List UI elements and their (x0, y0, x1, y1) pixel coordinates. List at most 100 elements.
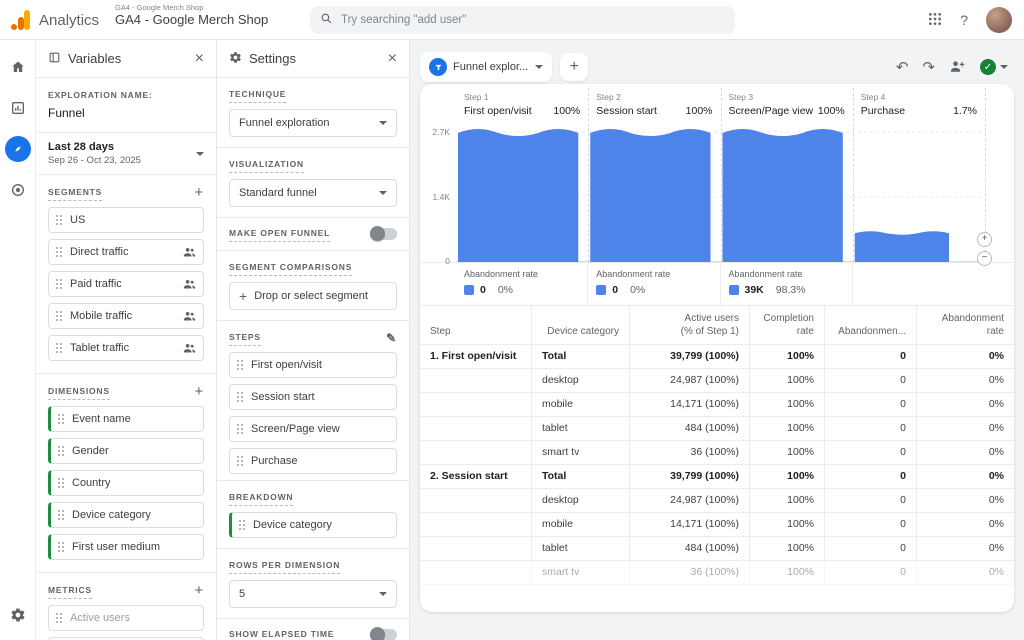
show-elapsed-time-label: SHOW ELAPSED TIME (229, 627, 334, 640)
step-chip[interactable]: Purchase (229, 448, 397, 474)
explore-icon[interactable] (5, 136, 31, 162)
advertising-icon[interactable] (5, 177, 31, 203)
table-row[interactable]: 1. First open/visitTotal39,799 (100%)100… (420, 345, 1014, 369)
cell-abandonments: 0 (825, 393, 917, 416)
exploration-name-label: EXPLORATION NAME: (48, 88, 153, 102)
search-bar[interactable] (310, 6, 735, 34)
abandonment-rate: 0% (630, 284, 645, 296)
metric-chip[interactable]: Active users (48, 605, 204, 631)
abandonment-cell: Abandonment rate00% (456, 263, 588, 306)
reports-icon[interactable] (5, 95, 31, 121)
dimension-chip-label: First user medium (72, 541, 160, 553)
segment-chip[interactable]: Mobile traffic (48, 303, 204, 329)
y-axis-tick: 1.4K (422, 192, 450, 202)
abandonment-rate: 0% (498, 284, 513, 296)
add-metric-button[interactable]: + (194, 584, 204, 598)
table-row[interactable]: smart tv36 (100%)100%00% (420, 441, 1014, 465)
dimension-chip[interactable]: Gender (48, 438, 204, 464)
property-name: GA4 - Google Merch Shop (115, 13, 268, 28)
google-analytics-logo (10, 9, 32, 31)
table-row[interactable]: tablet484 (100%)100%00% (420, 417, 1014, 441)
abandonment-count: 0 (612, 284, 618, 296)
segment-chip[interactable]: Paid traffic (48, 271, 204, 297)
help-icon[interactable]: ? (960, 12, 968, 28)
cell-step (420, 537, 532, 560)
add-segment-button[interactable]: + (194, 186, 204, 200)
make-open-funnel-toggle[interactable] (371, 228, 397, 240)
breakdown-chip[interactable]: Device category (229, 512, 397, 538)
segment-chip[interactable]: US (48, 207, 204, 233)
step-chip[interactable]: Screen/Page view (229, 416, 397, 442)
date-range-selector[interactable]: Last 28 days Sep 26 - Oct 23, 2025 (36, 133, 216, 175)
table-row[interactable]: smart tv36 (100%)100%00% (420, 561, 1014, 585)
column-header[interactable]: Completion rate (750, 306, 825, 344)
segment-chip[interactable]: Direct traffic (48, 239, 204, 265)
segment-chip[interactable]: Tablet traffic (48, 335, 204, 361)
funnel-chart: Step 1First open/visit100%Step 2Session … (420, 84, 1014, 306)
cell-abandonments: 0 (825, 513, 917, 536)
variables-title: Variables (68, 51, 188, 66)
cell-step (420, 393, 532, 416)
table-row[interactable]: desktop24,987 (100%)100%00% (420, 489, 1014, 513)
top-bar: Analytics GA4 - Google Merch Shop GA4 - … (0, 0, 1024, 40)
search-input[interactable] (341, 14, 725, 26)
exploration-card: Step 1First open/visit100%Step 2Session … (420, 84, 1014, 612)
table-row[interactable]: desktop24,987 (100%)100%00% (420, 369, 1014, 393)
dimension-chip[interactable]: Event name (48, 406, 204, 432)
step-chip[interactable]: First open/visit (229, 352, 397, 378)
metrics-label: METRICS (48, 583, 92, 599)
technique-dropdown[interactable]: Funnel exploration (229, 109, 397, 137)
dimension-chip[interactable]: Device category (48, 502, 204, 528)
cell-abandonment-rate: 0% (917, 369, 1014, 392)
column-header[interactable]: Abandonment rate (917, 306, 1014, 344)
zoom-out-button[interactable]: − (977, 251, 992, 266)
table-header-row: StepDevice categoryActive users (% of St… (420, 306, 1014, 345)
property-selector[interactable]: GA4 - Google Merch Shop GA4 - Google Mer… (115, 4, 268, 28)
cell-abandonments: 0 (825, 489, 917, 512)
apps-grid-icon[interactable] (928, 12, 942, 29)
step-rate: 100% (818, 105, 845, 117)
cell-completion-rate: 100% (750, 393, 825, 416)
column-header[interactable]: Step (420, 306, 532, 344)
technique-value: Funnel exploration (239, 117, 330, 129)
dimension-chip[interactable]: Country (48, 470, 204, 496)
redo-icon[interactable]: ↷ (922, 60, 935, 75)
saved-status-icon[interactable]: ✓ (980, 59, 1008, 75)
tab-funnel-exploration[interactable]: Funnel explor... (420, 52, 552, 82)
share-users-icon[interactable] (949, 59, 966, 76)
exploration-name-value[interactable]: Funnel (48, 106, 204, 120)
visualization-dropdown[interactable]: Standard funnel (229, 179, 397, 207)
show-elapsed-time-toggle[interactable] (371, 629, 397, 640)
add-dimension-button[interactable]: + (194, 385, 204, 399)
undo-icon[interactable]: ↶ (896, 60, 909, 75)
drag-handle-icon (56, 613, 63, 624)
table-row[interactable]: tablet484 (100%)100%00% (420, 537, 1014, 561)
breakdown-value: Device category (253, 519, 332, 531)
zoom-in-button[interactable]: + (977, 232, 992, 247)
cell-device: desktop (532, 489, 630, 512)
dimension-chip[interactable]: First user medium (48, 534, 204, 560)
abandonment-cell: Abandonment rate00% (588, 263, 720, 306)
close-variables-icon[interactable]: × (195, 51, 204, 67)
user-avatar[interactable] (986, 7, 1012, 33)
close-settings-icon[interactable]: × (388, 51, 397, 67)
table-row[interactable]: 2. Session startTotal39,799 (100%)100%00… (420, 465, 1014, 489)
cell-completion-rate: 100% (750, 417, 825, 440)
technique-section: TECHNIQUE Funnel exploration (217, 78, 409, 148)
add-tab-button[interactable]: + (560, 53, 588, 81)
table-row[interactable]: mobile14,171 (100%)100%00% (420, 393, 1014, 417)
column-header[interactable]: Device category (532, 306, 630, 344)
step-chip[interactable]: Session start (229, 384, 397, 410)
column-header[interactable]: Active users (% of Step 1) (630, 306, 750, 344)
people-icon (183, 311, 196, 321)
home-icon[interactable] (5, 54, 31, 80)
chevron-down-icon (1000, 65, 1008, 69)
steps-list: First open/visit Session start Screen/Page… (229, 352, 397, 474)
rows-per-dimension-dropdown[interactable]: 5 (229, 580, 397, 608)
segment-drop-target[interactable]: +Drop or select segment (229, 282, 397, 310)
visualization-label: VISUALIZATION (229, 157, 304, 173)
edit-steps-icon[interactable]: ✎ (386, 331, 397, 345)
column-header[interactable]: Abandonmen... (825, 306, 917, 344)
table-row[interactable]: mobile14,171 (100%)100%00% (420, 513, 1014, 537)
admin-gear-icon[interactable] (5, 602, 31, 628)
